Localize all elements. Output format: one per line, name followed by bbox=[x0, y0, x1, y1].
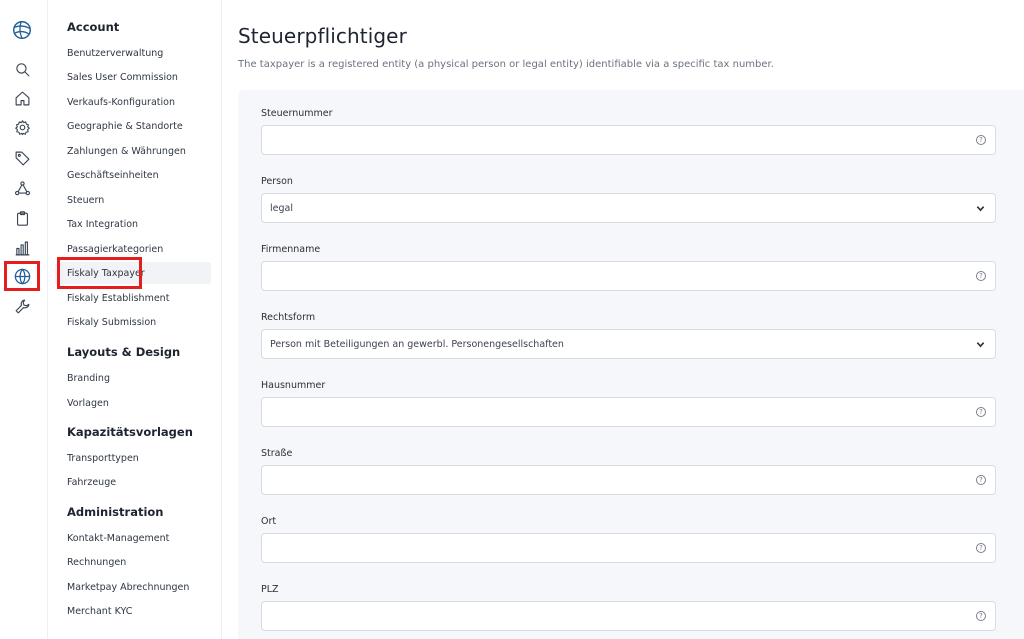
tax-number-label: Steuernummer bbox=[261, 108, 333, 119]
sidebar-item-branding[interactable]: Branding bbox=[55, 367, 211, 389]
legal-form-label: Rechtsform bbox=[261, 312, 316, 323]
main-content: Steuerpflichtiger The taxpayer is a regi… bbox=[223, 0, 1024, 639]
sidebar-item-fiskaly-submission[interactable]: Fiskaly Submission bbox=[55, 311, 211, 333]
street-label: Straße bbox=[261, 448, 293, 459]
network-icon[interactable] bbox=[11, 177, 33, 199]
house-number-label: Hausnummer bbox=[261, 380, 326, 391]
sidebar-item-vorlagen[interactable]: Vorlagen bbox=[55, 392, 211, 414]
help-icon[interactable]: ? bbox=[976, 271, 986, 281]
globe-icon[interactable] bbox=[4, 261, 40, 291]
clipboard-icon[interactable] bbox=[11, 207, 33, 229]
search-icon[interactable] bbox=[11, 58, 33, 80]
settings-sidebar: Account Benutzerverwaltung Sales User Co… bbox=[49, 0, 222, 639]
city-label: Ort bbox=[261, 516, 277, 527]
gear-icon[interactable] bbox=[11, 116, 33, 138]
sidebar-item-merchant-kyc[interactable]: Merchant KYC bbox=[55, 600, 211, 622]
sidebar-item-fahrzeuge[interactable]: Fahrzeuge bbox=[55, 471, 211, 493]
sidebar-group-administration: Administration bbox=[67, 505, 164, 519]
postal-code-label: PLZ bbox=[261, 584, 279, 595]
sidebar-item-rechnungen[interactable]: Rechnungen bbox=[55, 551, 211, 573]
company-name-label: Firmenname bbox=[261, 244, 321, 255]
sidebar-item-tax-integration[interactable]: Tax Integration bbox=[55, 213, 211, 235]
legal-form-select[interactable]: Person mit Beteiligungen an gewerbl. Per… bbox=[261, 329, 996, 359]
sidebar-item-transporttypen[interactable]: Transporttypen bbox=[55, 447, 211, 469]
help-icon[interactable]: ? bbox=[976, 611, 986, 621]
sidebar-item-kontakt-management[interactable]: Kontakt-Management bbox=[55, 527, 211, 549]
sidebar-item-marketpay-abrechnungen[interactable]: Marketpay Abrechnungen bbox=[55, 576, 211, 598]
sidebar-item-fiskaly-establishment[interactable]: Fiskaly Establishment bbox=[55, 287, 211, 309]
person-select[interactable]: legal bbox=[261, 193, 996, 223]
sidebar-item-steuern[interactable]: Steuern bbox=[55, 189, 211, 211]
taxpayer-form: Steuernummer ? Person legal Firmenname ?… bbox=[238, 90, 1024, 639]
sidebar-item-verkaufs-konfiguration[interactable]: Verkaufs-Konfiguration bbox=[55, 91, 211, 113]
person-label: Person bbox=[261, 176, 293, 187]
chevron-down-icon bbox=[976, 340, 985, 349]
page-title: Steuerpflichtiger bbox=[238, 24, 407, 48]
selection-highlight bbox=[57, 257, 142, 289]
home-icon[interactable] bbox=[11, 87, 33, 109]
tag-icon[interactable] bbox=[11, 147, 33, 169]
chevron-down-icon bbox=[976, 204, 985, 213]
sidebar-group-layouts-design: Layouts & Design bbox=[67, 345, 181, 359]
person-value: legal bbox=[270, 202, 293, 214]
logo-icon[interactable] bbox=[11, 19, 33, 41]
page-subtitle: The taxpayer is a registered entity (a p… bbox=[238, 59, 774, 70]
sidebar-group-kapazitaetsvorlagen: Kapazitätsvorlagen bbox=[67, 425, 193, 439]
house-number-input[interactable]: ? bbox=[261, 397, 996, 427]
sidebar-item-geschaeftseinheiten[interactable]: Geschäftseinheiten bbox=[55, 164, 211, 186]
help-icon[interactable]: ? bbox=[976, 475, 986, 485]
sidebar-item-zahlungen-waehrungen[interactable]: Zahlungen & Währungen bbox=[55, 140, 211, 162]
street-input[interactable]: ? bbox=[261, 465, 996, 495]
wrench-icon[interactable] bbox=[11, 295, 33, 317]
company-name-input[interactable]: ? bbox=[261, 261, 996, 291]
legal-form-value: Person mit Beteiligungen an gewerbl. Per… bbox=[270, 338, 564, 350]
help-icon[interactable]: ? bbox=[976, 407, 986, 417]
sidebar-item-geographie-standorte[interactable]: Geographie & Standorte bbox=[55, 115, 211, 137]
icon-rail bbox=[0, 0, 48, 639]
help-icon[interactable]: ? bbox=[976, 135, 986, 145]
sidebar-item-benutzerverwaltung[interactable]: Benutzerverwaltung bbox=[55, 42, 211, 64]
sidebar-group-account: Account bbox=[67, 20, 120, 34]
bar-chart-icon[interactable] bbox=[11, 237, 33, 259]
sidebar-item-sales-user-commission[interactable]: Sales User Commission bbox=[55, 66, 211, 88]
city-input[interactable]: ? bbox=[261, 533, 996, 563]
postal-code-input[interactable]: ? bbox=[261, 601, 996, 631]
tax-number-input[interactable]: ? bbox=[261, 125, 996, 155]
help-icon[interactable]: ? bbox=[976, 543, 986, 553]
